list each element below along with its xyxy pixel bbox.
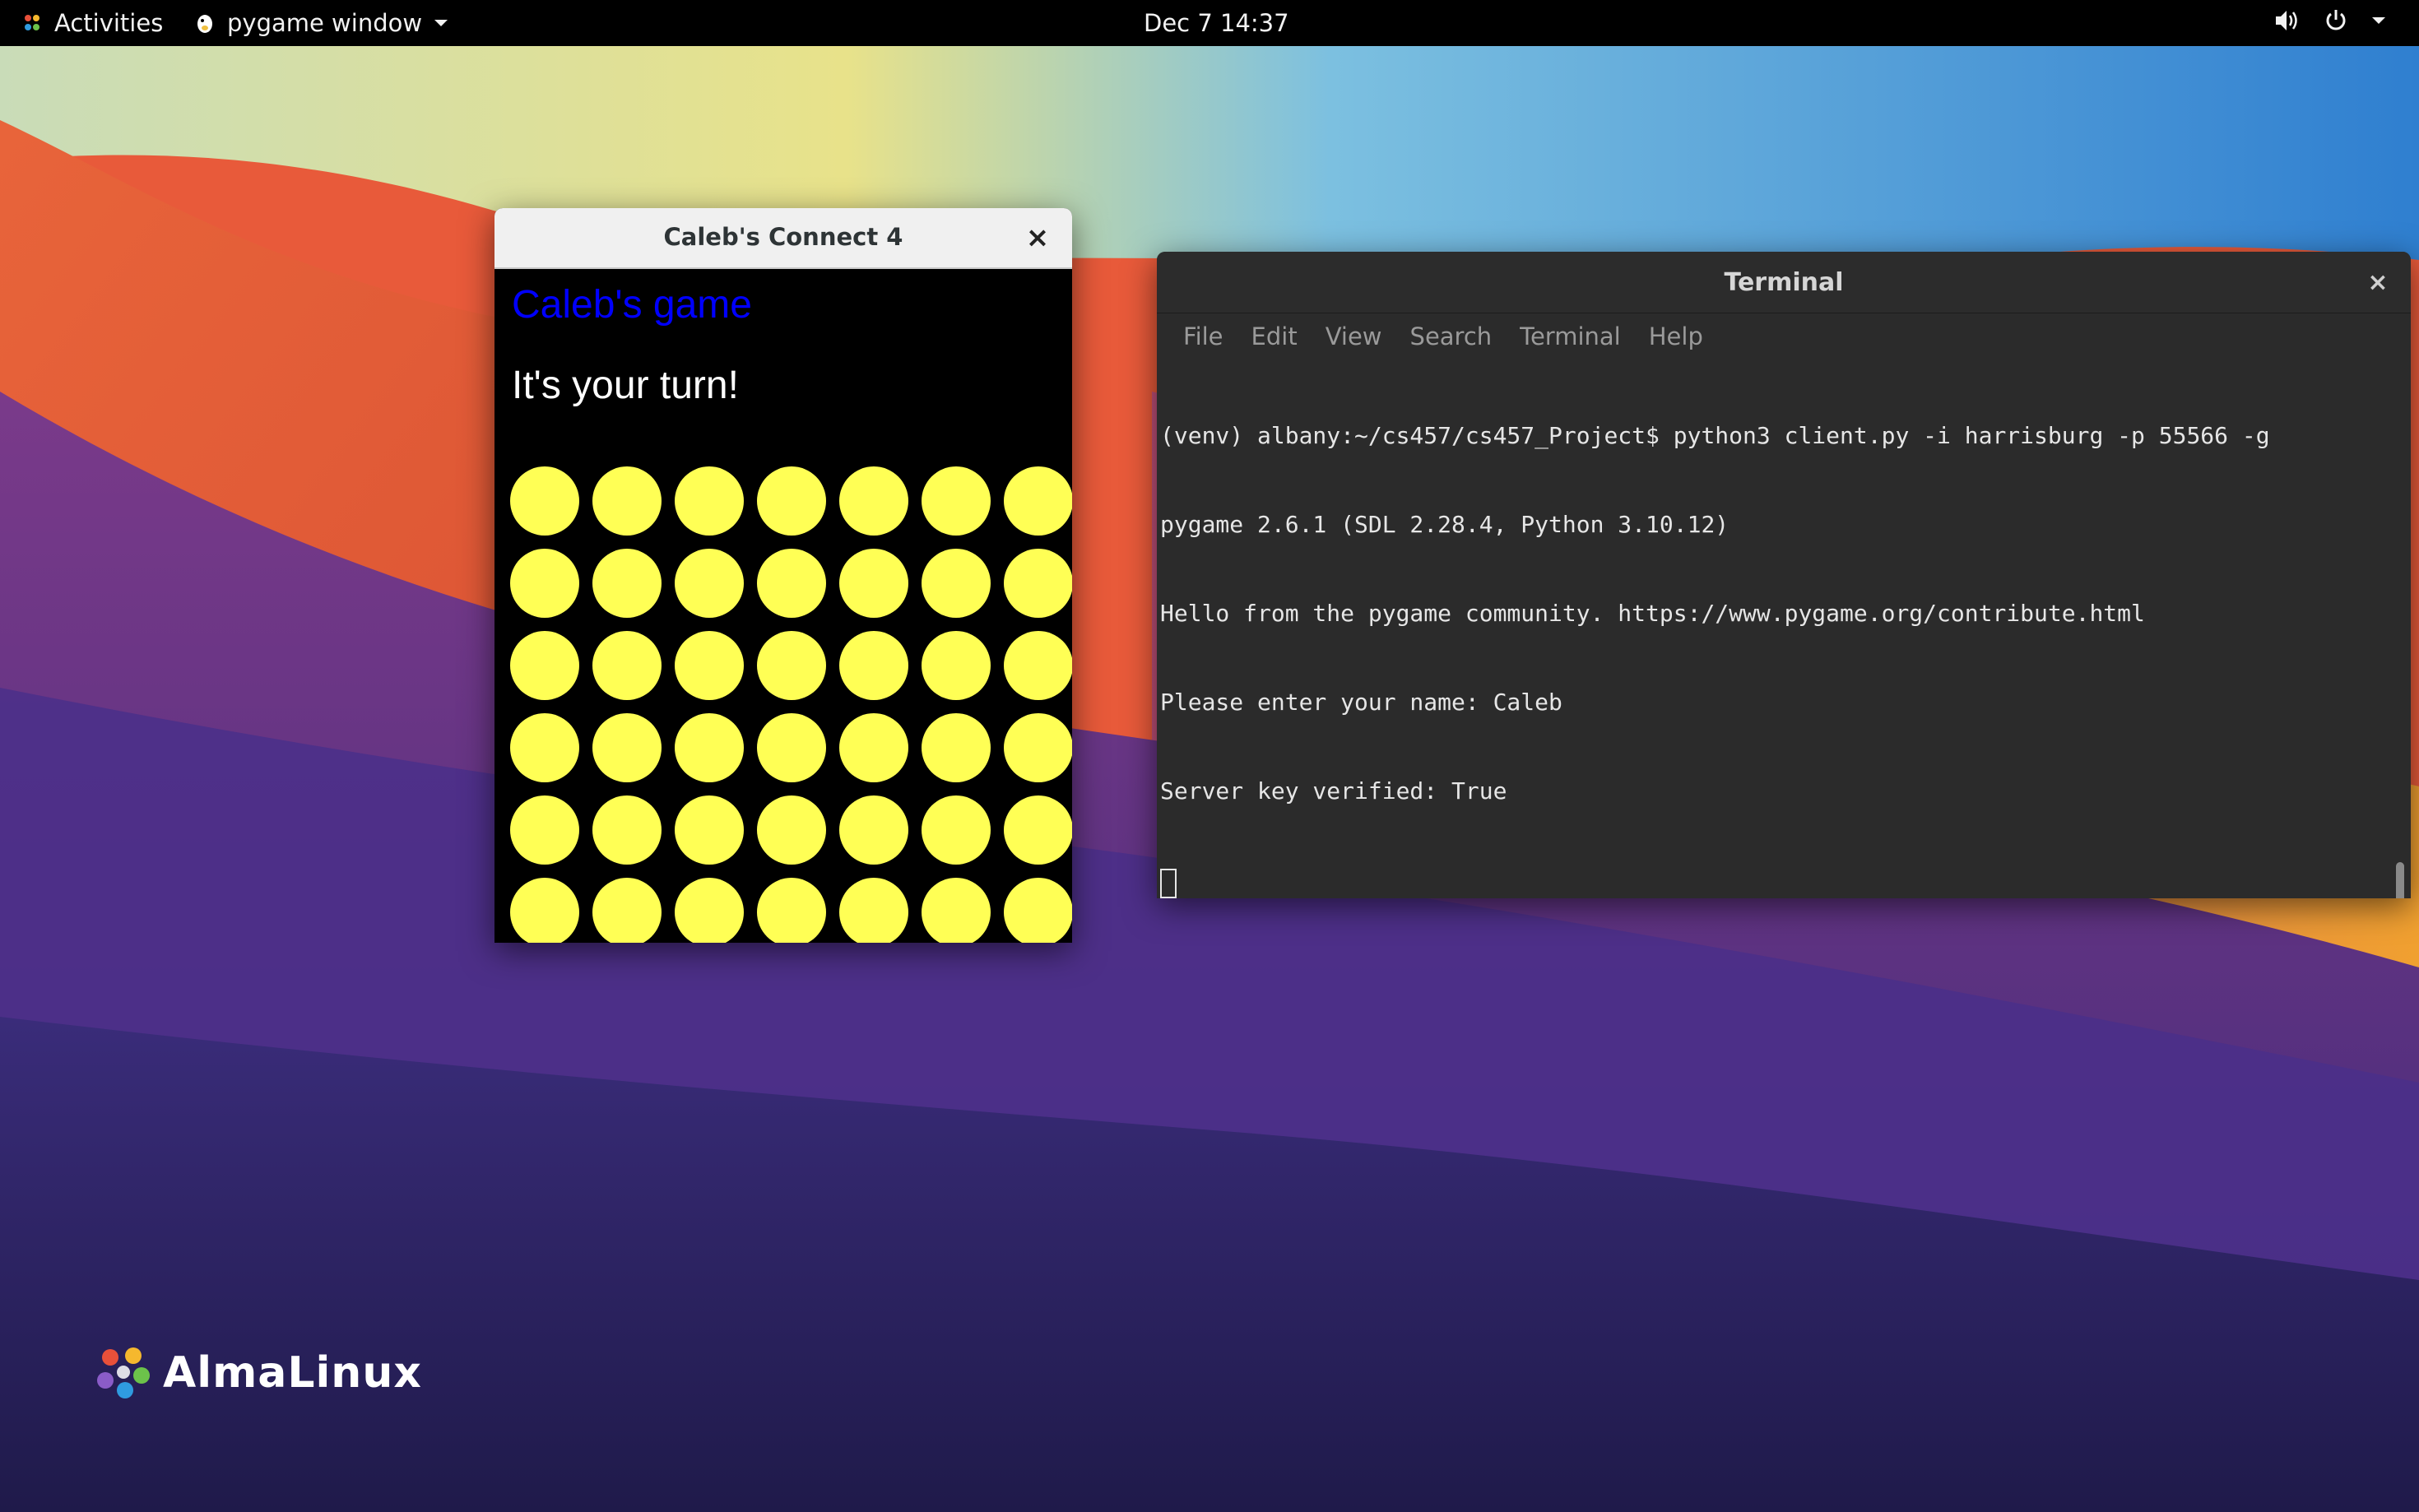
terminal-line: Server key verified: True <box>1160 777 1507 805</box>
board-cell[interactable] <box>922 795 991 865</box>
game-owner-label: Caleb's game <box>512 283 752 327</box>
board-cell[interactable] <box>839 631 908 700</box>
connect4-canvas[interactable]: Caleb's game It's your turn! <box>494 269 1072 943</box>
board-cell[interactable] <box>592 466 662 536</box>
board-cell[interactable] <box>510 549 579 618</box>
board-cell[interactable] <box>1004 631 1072 700</box>
app-menu[interactable]: pygame window <box>194 7 448 39</box>
board-cell[interactable] <box>592 795 662 865</box>
connect4-close-button[interactable]: × <box>1021 221 1054 254</box>
terminal-line: (venv) albany:~/cs457/cs457_Project$ pyt… <box>1160 422 2270 449</box>
menu-view[interactable]: View <box>1314 318 1394 355</box>
menu-file[interactable]: File <box>1172 318 1235 355</box>
top-bar: Activities pygame window Dec 7 14:37 <box>0 0 2419 46</box>
board-cell[interactable] <box>757 466 826 536</box>
board-cell[interactable] <box>592 878 662 943</box>
volume-icon <box>2276 11 2297 30</box>
board-cell[interactable] <box>1004 795 1072 865</box>
board-cell[interactable] <box>675 466 744 536</box>
terminal-titlebar[interactable]: Terminal × <box>1157 252 2411 313</box>
clock[interactable]: Dec 7 14:37 <box>1144 7 1289 39</box>
almalinux-logo-icon <box>97 1347 150 1398</box>
app-menu-label: pygame window <box>227 9 423 37</box>
activities-label: Activities <box>54 9 164 37</box>
activities-button[interactable]: Activities <box>21 7 163 39</box>
terminal-scroll-thumb[interactable] <box>2396 862 2404 898</box>
board-cell[interactable] <box>757 795 826 865</box>
menu-terminal[interactable]: Terminal <box>1508 318 1632 355</box>
board-cell[interactable] <box>592 713 662 782</box>
menu-edit[interactable]: Edit <box>1240 318 1309 355</box>
board-cell[interactable] <box>510 795 579 865</box>
terminal-scrollbar[interactable] <box>2388 359 2411 898</box>
board-cell[interactable] <box>510 713 579 782</box>
board-cell[interactable] <box>839 713 908 782</box>
connect4-window: Caleb's Connect 4 × Caleb's game It's yo… <box>494 208 1072 943</box>
board-cell[interactable] <box>675 878 744 943</box>
terminal-menubar: File Edit View Search Terminal Help <box>1157 313 2411 359</box>
board-cell[interactable] <box>757 549 826 618</box>
board-cell[interactable] <box>510 466 579 536</box>
board-cell[interactable] <box>922 878 991 943</box>
terminal-output[interactable]: (venv) albany:~/cs457/cs457_Project$ pyt… <box>1157 359 2388 898</box>
board-cell[interactable] <box>1004 466 1072 536</box>
turn-status-label: It's your turn! <box>512 364 739 407</box>
almalinux-logo: AlmaLinux <box>92 1343 422 1403</box>
board-cell[interactable] <box>1004 549 1072 618</box>
terminal-line: Hello from the pygame community. https:/… <box>1160 600 2145 627</box>
connect4-titlebar[interactable]: Caleb's Connect 4 × <box>494 208 1072 269</box>
board-cell[interactable] <box>675 795 744 865</box>
board-cell[interactable] <box>675 631 744 700</box>
board-cell[interactable] <box>922 631 991 700</box>
board-cell[interactable] <box>757 878 826 943</box>
almalinux-logo-text: AlmaLinux <box>163 1348 422 1398</box>
board-cell[interactable] <box>839 466 908 536</box>
terminal-cursor <box>1160 869 1177 898</box>
alma-activities-icon <box>25 15 39 30</box>
menu-help[interactable]: Help <box>1637 318 1715 355</box>
board-cell[interactable] <box>922 713 991 782</box>
board-cell[interactable] <box>510 631 579 700</box>
board-cell[interactable] <box>839 795 908 865</box>
system-tray[interactable] <box>2274 8 2386 33</box>
terminal-close-button[interactable]: × <box>2361 267 2394 299</box>
board-cell[interactable] <box>839 549 908 618</box>
board-cell[interactable] <box>922 466 991 536</box>
board-cell[interactable] <box>675 549 744 618</box>
board-cell[interactable] <box>839 878 908 943</box>
terminal-window: Terminal × File Edit View Search Termina… <box>1157 252 2411 898</box>
chevron-down-icon <box>2372 17 2385 24</box>
terminal-line: pygame 2.6.1 (SDL 2.28.4, Python 3.10.12… <box>1160 511 1730 538</box>
connect4-window-title: Caleb's Connect 4 <box>663 223 903 251</box>
connect4-board[interactable] <box>504 460 1072 943</box>
board-cell[interactable] <box>922 549 991 618</box>
chevron-down-icon <box>434 20 448 26</box>
pygame-icon <box>197 15 212 33</box>
board-cell[interactable] <box>592 549 662 618</box>
menu-search[interactable]: Search <box>1399 318 1504 355</box>
terminal-window-title: Terminal <box>1724 268 1844 297</box>
board-cell[interactable] <box>1004 713 1072 782</box>
terminal-line: Please enter your name: Caleb <box>1160 689 1562 716</box>
board-cell[interactable] <box>757 713 826 782</box>
board-cell[interactable] <box>757 631 826 700</box>
board-cell[interactable] <box>1004 878 1072 943</box>
board-cell[interactable] <box>592 631 662 700</box>
board-cell[interactable] <box>510 878 579 943</box>
board-cell[interactable] <box>675 713 744 782</box>
power-icon <box>2326 10 2346 30</box>
